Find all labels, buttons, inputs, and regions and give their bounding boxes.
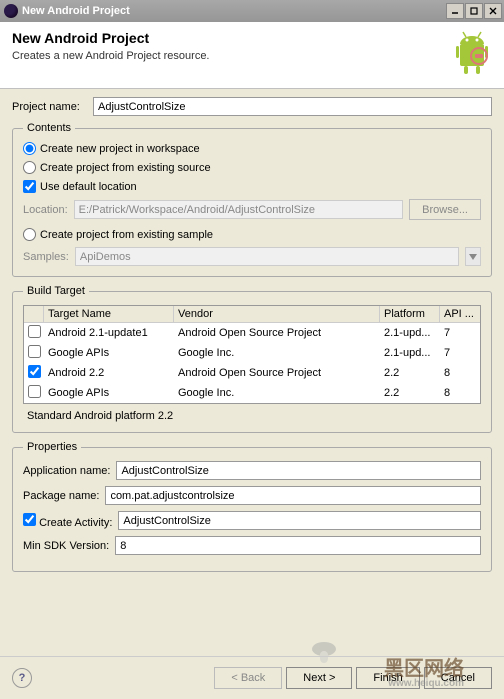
eclipse-icon <box>4 4 18 18</box>
properties-group: Properties Application name: Package nam… <box>12 441 492 572</box>
package-name-label: Package name: <box>23 490 99 502</box>
col-vendor[interactable]: Vendor <box>174 306 380 322</box>
use-default-location-checkbox[interactable] <box>23 180 36 193</box>
target-name: Android 2.2 <box>44 366 174 380</box>
target-api: 7 <box>440 346 480 360</box>
app-name-label: Application name: <box>23 465 110 477</box>
samples-input <box>75 247 459 266</box>
create-activity-checkbox[interactable] <box>23 513 36 526</box>
page-title: New Android Project <box>12 30 452 46</box>
project-name-label: Project name: <box>12 101 87 113</box>
target-checkbox[interactable] <box>28 365 41 378</box>
min-sdk-input[interactable] <box>115 536 481 555</box>
titlebar: New Android Project <box>0 0 504 22</box>
project-name-input[interactable] <box>93 97 492 116</box>
target-checkbox[interactable] <box>28 325 41 338</box>
android-icon <box>452 30 492 78</box>
close-button[interactable] <box>484 3 502 19</box>
button-bar: ? < Back Next > Finish Cancel <box>0 656 504 699</box>
target-api: 7 <box>440 326 480 340</box>
target-vendor: Google Inc. <box>174 386 380 400</box>
banner: New Android Project Creates a new Androi… <box>0 22 504 89</box>
next-button[interactable]: Next > <box>286 667 352 689</box>
target-platform: 2.1-upd... <box>380 326 440 340</box>
contents-group: Contents Create new project in workspace… <box>12 122 492 277</box>
col-platform[interactable]: Platform <box>380 306 440 322</box>
radio-existing-sample[interactable] <box>23 228 36 241</box>
create-activity-label: Create Activity: <box>39 517 112 529</box>
col-target-name[interactable]: Target Name <box>44 306 174 322</box>
radio-existing-source[interactable] <box>23 161 36 174</box>
radio-sample-label: Create project from existing sample <box>40 229 213 241</box>
target-platform: 2.2 <box>380 386 440 400</box>
table-row[interactable]: Android 2.2Android Open Source Project2.… <box>24 363 480 383</box>
table-row[interactable]: Google APIsGoogle Inc.2.28 <box>24 383 480 403</box>
cancel-button[interactable]: Cancel <box>424 667 492 689</box>
location-input <box>74 200 403 219</box>
samples-dropdown-arrow <box>465 247 481 266</box>
finish-button[interactable]: Finish <box>356 667 419 689</box>
min-sdk-label: Min SDK Version: <box>23 540 109 552</box>
contents-legend: Contents <box>23 122 75 134</box>
table-row[interactable]: Google APIsGoogle Inc.2.1-upd...7 <box>24 343 480 363</box>
build-target-group: Build Target Target Name Vendor Platform… <box>12 285 492 433</box>
target-name: Google APIs <box>44 346 174 360</box>
radio-workspace-label: Create new project in workspace <box>40 143 200 155</box>
help-icon[interactable]: ? <box>12 668 32 688</box>
target-name: Android 2.1-update1 <box>44 326 174 340</box>
target-platform: 2.2 <box>380 366 440 380</box>
target-checkbox[interactable] <box>28 385 41 398</box>
target-checkbox[interactable] <box>28 345 41 358</box>
radio-workspace[interactable] <box>23 142 36 155</box>
samples-label: Samples: <box>23 251 69 263</box>
use-default-location-label: Use default location <box>40 181 137 193</box>
target-vendor: Google Inc. <box>174 346 380 360</box>
table-row[interactable]: Android 2.1-update1Android Open Source P… <box>24 323 480 343</box>
page-subtitle: Creates a new Android Project resource. <box>12 50 452 62</box>
target-api: 8 <box>440 366 480 380</box>
package-name-input[interactable] <box>105 486 481 505</box>
radio-existing-label: Create project from existing source <box>40 162 211 174</box>
back-button: < Back <box>214 667 282 689</box>
target-platform: 2.1-upd... <box>380 346 440 360</box>
maximize-button[interactable] <box>465 3 483 19</box>
target-table: Target Name Vendor Platform API ... Andr… <box>23 305 481 404</box>
create-activity-input[interactable] <box>118 511 481 530</box>
col-api[interactable]: API ... <box>440 306 480 322</box>
location-label: Location: <box>23 204 68 216</box>
target-api: 8 <box>440 386 480 400</box>
target-vendor: Android Open Source Project <box>174 366 380 380</box>
properties-legend: Properties <box>23 441 81 453</box>
app-name-input[interactable] <box>116 461 481 480</box>
minimize-button[interactable] <box>446 3 464 19</box>
build-target-legend: Build Target <box>23 285 89 297</box>
window-title: New Android Project <box>22 5 446 17</box>
target-vendor: Android Open Source Project <box>174 326 380 340</box>
target-name: Google APIs <box>44 386 174 400</box>
browse-button: Browse... <box>409 199 481 220</box>
target-note: Standard Android platform 2.2 <box>23 410 481 422</box>
